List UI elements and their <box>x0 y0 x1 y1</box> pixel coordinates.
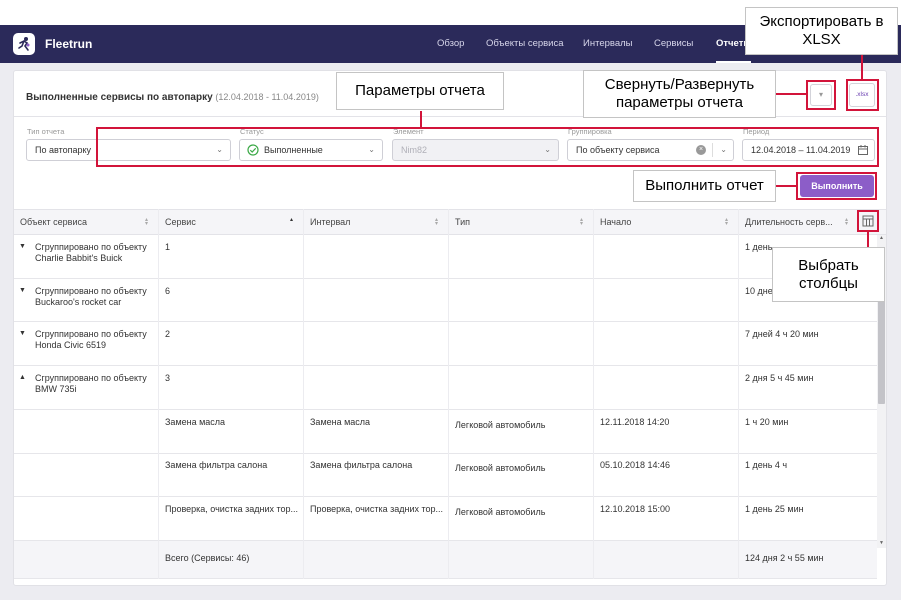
leader-line <box>861 55 863 80</box>
column-divider <box>448 209 449 579</box>
col-header-type[interactable]: Тип <box>455 210 470 234</box>
caret-down-icon[interactable]: ▼ <box>19 243 26 250</box>
table-row-group[interactable]: ▲ Сгруппировано по объекту BMW 735i 3 2 д… <box>14 366 877 410</box>
sort-icon[interactable]: ▴ ▾ <box>145 217 148 227</box>
leader-line <box>420 111 422 128</box>
group-duration: 7 дней 4 ч 20 мин <box>745 329 819 339</box>
callout-params: Параметры отчета <box>336 72 504 110</box>
sort-icon[interactable]: ▴ ▾ <box>845 217 848 227</box>
nav-intervals[interactable]: Интервалы <box>583 25 632 63</box>
scrollbar-thumb[interactable] <box>878 299 885 404</box>
group-label: Сгруппировано по объекту Buckaroo's rocke… <box>35 286 147 307</box>
table-row[interactable]: Проверка, очистка задних тор... Проверка… <box>14 497 877 541</box>
collapse-highlight <box>806 80 836 110</box>
column-divider <box>593 209 594 579</box>
caret-down-icon[interactable]: ▼ <box>19 287 26 294</box>
scroll-down-icon[interactable]: ▼ <box>879 540 884 546</box>
cell-type: Легковой автомобиль <box>455 507 546 517</box>
cell-interval: Замена фильтра салона <box>310 460 413 470</box>
cell-interval: Замена масла <box>310 417 371 427</box>
params-highlight <box>96 127 879 167</box>
fleetrun-logo[interactable] <box>13 33 35 55</box>
cell-duration: 1 день 4 ч <box>745 460 788 470</box>
cell-start: 05.10.2018 14:46 <box>600 460 671 470</box>
table-row-group[interactable]: ▼ Сгруппировано по объекту Honda Civic 65… <box>14 322 877 366</box>
group-label: Сгруппировано по объекту Charlie Babbit's… <box>35 242 147 263</box>
cell-start: 12.10.2018 15:00 <box>600 504 671 514</box>
group-label: Сгруппировано по объекту Honda Civic 6519 <box>35 329 147 350</box>
nav-service-objects[interactable]: Объекты сервиса <box>486 25 564 63</box>
group-duration: 1 день <box>745 242 773 252</box>
nav-overview[interactable]: Обзор <box>437 25 464 63</box>
callout-run: Выполнить отчет <box>633 170 776 202</box>
column-divider <box>738 209 739 579</box>
cell-service: Замена фильтра салона <box>165 460 268 470</box>
table-row[interactable]: Замена масла Замена масла Легковой автом… <box>14 410 877 454</box>
sort-asc-icon[interactable]: ▴ <box>290 217 293 223</box>
table-total-row: Всего (Сервисы: 46) 124 дня 2 ч 55 мин <box>14 541 877 579</box>
filter-type-label: Тип отчета <box>27 127 65 136</box>
callout-export: Экспортировать в XLSX <box>745 7 898 55</box>
callout-collapse: Свернуть/Развернуть параметры отчета <box>583 70 776 118</box>
group-duration: 2 дня 5 ч 45 мин <box>745 373 814 383</box>
group-count: 2 <box>165 329 171 339</box>
total-label: Всего (Сервисы: 46) <box>165 553 250 563</box>
leader-line <box>775 185 797 187</box>
cell-type: Легковой автомобиль <box>455 420 546 430</box>
export-highlight <box>846 79 879 111</box>
table-row[interactable]: Замена фильтра салона Замена фильтра сал… <box>14 454 877 497</box>
group-count: 3 <box>165 373 171 383</box>
table-row-group[interactable]: ▼ Сгруппировано по объекту Charlie Babbit… <box>14 235 877 279</box>
report-range: (12.04.2018 - 11.04.2019) <box>215 92 319 102</box>
group-count: 6 <box>165 286 171 296</box>
nav-services[interactable]: Сервисы <box>654 25 693 63</box>
table-header: Объект сервиса ▴ ▾ Сервис ▴ Интервал ▴ ▾ Т… <box>14 209 886 235</box>
runner-icon <box>18 37 30 51</box>
cell-service: Проверка, очистка задних тор... <box>165 504 299 514</box>
cell-type: Легковой автомобиль <box>455 463 546 473</box>
group-duration: 10 дне <box>745 286 773 296</box>
col-header-object[interactable]: Объект сервиса <box>20 210 87 234</box>
leader-line <box>776 93 807 95</box>
caret-up-icon[interactable]: ▲ <box>19 374 26 381</box>
sort-icon[interactable]: ▴ ▾ <box>725 217 728 227</box>
callout-columns: Выбрать столбцы <box>772 247 885 302</box>
scroll-up-icon[interactable]: ▲ <box>879 235 884 241</box>
cell-duration: 1 день 25 мин <box>745 504 804 514</box>
columns-highlight <box>857 210 879 232</box>
col-header-interval[interactable]: Интервал <box>310 210 350 234</box>
cell-start: 12.11.2018 14:20 <box>600 417 670 427</box>
sort-icon[interactable]: ▴ ▾ <box>580 217 583 227</box>
report-title: Выполненные сервисы по автопарку (12.04.… <box>26 92 319 103</box>
cell-interval: Проверка, очистка задних тор... <box>310 504 444 514</box>
brand-name: Fleetrun <box>45 37 93 51</box>
total-duration: 124 дня 2 ч 55 мин <box>745 553 824 563</box>
caret-down-icon[interactable]: ▼ <box>19 330 26 337</box>
column-divider <box>303 209 304 579</box>
sort-icon[interactable]: ▴ ▾ <box>435 217 438 227</box>
cell-service: Замена масла <box>165 417 226 427</box>
group-label: Сгруппировано по объекту BMW 735i <box>35 373 147 394</box>
leader-line <box>867 231 869 248</box>
col-header-duration[interactable]: Длительность серв... <box>745 210 833 234</box>
column-divider <box>158 209 159 579</box>
col-header-service[interactable]: Сервис <box>165 210 196 234</box>
col-header-start[interactable]: Начало <box>600 210 631 234</box>
cell-duration: 1 ч 20 мин <box>745 417 789 427</box>
group-count: 1 <box>165 242 171 252</box>
table-row-group[interactable]: ▼ Сгруппировано по объекту Buckaroo's roc… <box>14 279 877 322</box>
run-highlight <box>796 172 877 200</box>
